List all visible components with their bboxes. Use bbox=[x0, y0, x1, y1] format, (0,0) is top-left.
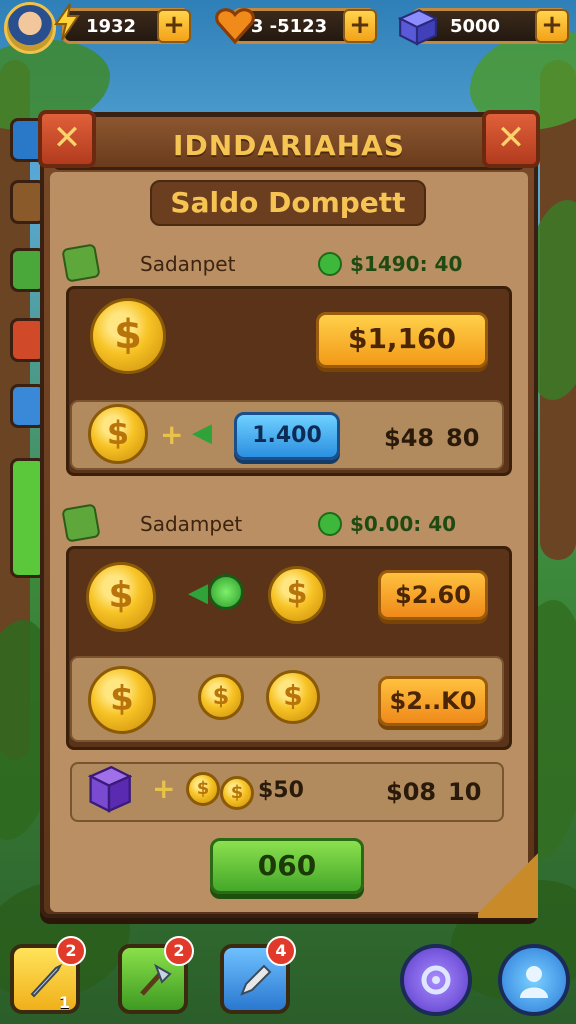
close-button-left[interactable]: ✕ bbox=[38, 110, 96, 168]
buy-button-1[interactable]: $1,160 bbox=[316, 312, 488, 368]
buy-button-3[interactable]: $2..K0 bbox=[378, 676, 488, 726]
section-2-label: Sadampet bbox=[140, 512, 243, 536]
bottom-slot-3[interactable]: 4 bbox=[220, 936, 296, 1014]
section-2-amount: 10 bbox=[448, 778, 482, 806]
coin-icon: $ bbox=[220, 776, 254, 810]
plus-icon: + bbox=[160, 418, 184, 451]
add-gems-button[interactable]: + bbox=[535, 9, 569, 43]
add-hearts-button[interactable]: + bbox=[343, 9, 377, 43]
coin-icon: $ bbox=[266, 670, 320, 724]
bottom-slot-1[interactable]: 2 1 bbox=[10, 936, 86, 1014]
section-2-balance: $0.00: 40 bbox=[350, 512, 457, 536]
coin-icon: $ bbox=[186, 772, 220, 806]
section-2-header: Sadampet $0.00: 40 bbox=[60, 503, 516, 544]
section-2-item-amount: $50 bbox=[258, 778, 304, 803]
section-1-label: Sadanpet bbox=[140, 252, 236, 276]
coin-stack-icon: $ bbox=[88, 666, 156, 734]
leaf-icon bbox=[61, 503, 101, 543]
settings-button[interactable] bbox=[400, 944, 472, 1016]
panel-header: IDNDARIAHAS bbox=[52, 114, 526, 170]
close-button-right[interactable]: ✕ bbox=[482, 110, 540, 168]
add-coins-button[interactable]: + bbox=[157, 9, 191, 43]
coin-stack-icon: $ bbox=[86, 562, 156, 632]
coin-stack-icon: $ bbox=[90, 298, 166, 374]
sword-icon bbox=[30, 963, 63, 998]
panel-subtitle: Saldo Dompett bbox=[150, 180, 426, 226]
section-1-header: Sadanpet $1490: 40 bbox=[60, 243, 516, 284]
top-resource-bar: 1932 + 3 -5123 + 5000 + bbox=[0, 0, 576, 56]
axe-icon bbox=[140, 963, 172, 996]
leaf-icon bbox=[61, 243, 101, 283]
player-avatar[interactable] bbox=[4, 2, 56, 54]
coin-icon: $ bbox=[198, 674, 244, 720]
green-arrow-icon: ◀ bbox=[188, 578, 208, 608]
confirm-button[interactable]: 060 bbox=[210, 838, 364, 894]
plus-icon: + bbox=[152, 772, 176, 805]
pencil-icon bbox=[240, 964, 272, 996]
user-icon bbox=[520, 966, 548, 998]
profile-button[interactable] bbox=[498, 944, 570, 1016]
lightning-icon bbox=[54, 3, 80, 41]
section-2-price: $08 bbox=[386, 778, 437, 806]
green-gem-icon bbox=[318, 252, 342, 276]
bottom-slot-2[interactable]: 2 bbox=[118, 936, 194, 1014]
exchange-button[interactable]: 1.400 bbox=[234, 412, 340, 460]
section-1-price: $48 bbox=[384, 424, 435, 452]
heart-icon bbox=[215, 8, 255, 45]
gem-box-icon bbox=[397, 9, 438, 46]
corner-fold-decoration bbox=[478, 848, 538, 918]
buy-button-2[interactable]: $2.60 bbox=[378, 570, 488, 620]
section-1-amount: 80 bbox=[446, 424, 480, 452]
gear-icon bbox=[421, 965, 451, 995]
gem-box-icon bbox=[87, 765, 132, 813]
green-coin-icon bbox=[208, 574, 244, 610]
coin-icon: $ bbox=[88, 404, 148, 464]
green-arrow-icon: ◀ bbox=[192, 418, 212, 448]
section-1-balance: $1490: 40 bbox=[350, 252, 463, 276]
green-gem-icon bbox=[318, 512, 342, 536]
coin-icon: $ bbox=[268, 566, 326, 624]
panel-title: IDNDARIAHAS bbox=[173, 129, 405, 162]
